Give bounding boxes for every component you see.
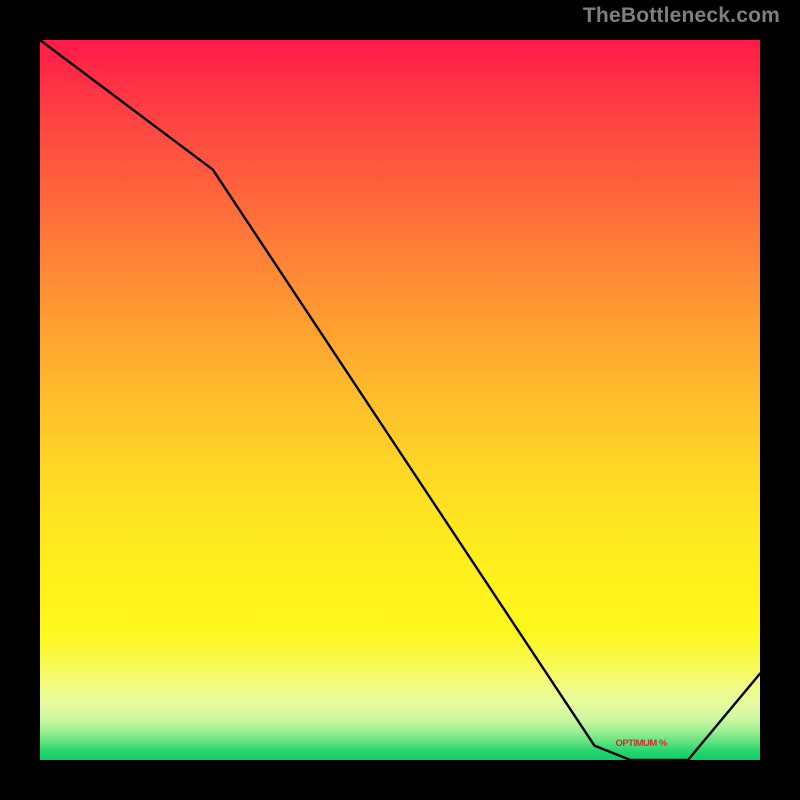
plot-border: OPTIMUM % — [30, 30, 770, 770]
chart-frame: TheBottleneck.com OPTIMUM % — [0, 0, 800, 800]
watermark-text: TheBottleneck.com — [583, 4, 780, 28]
line-chart — [40, 40, 760, 760]
optimum-label: OPTIMUM % — [615, 738, 666, 749]
curve-path — [40, 40, 760, 760]
plot-area: OPTIMUM % — [40, 40, 760, 760]
